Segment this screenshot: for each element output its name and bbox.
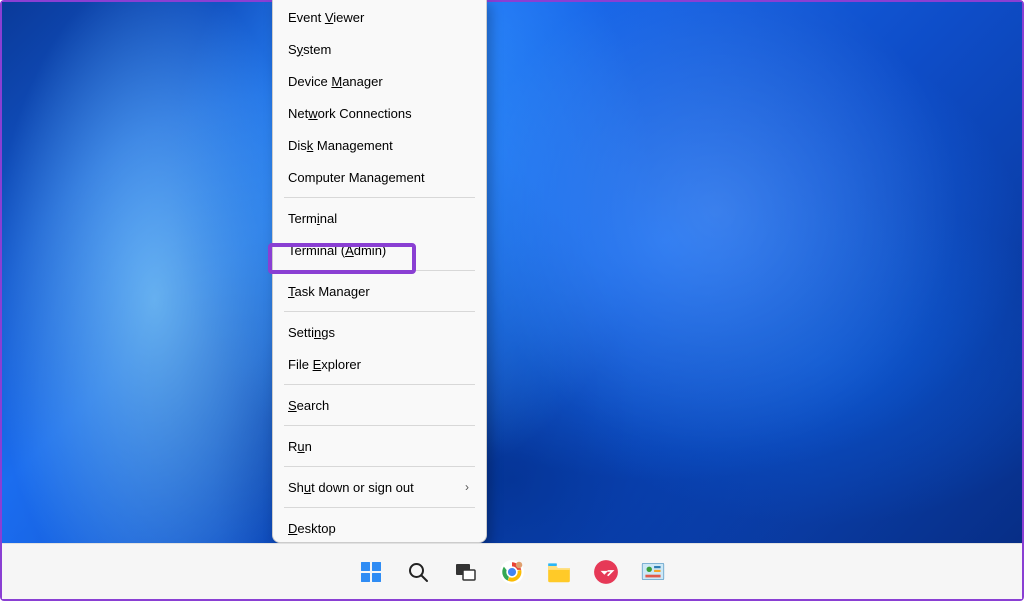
start-button[interactable]	[351, 551, 392, 592]
menu-separator	[284, 425, 475, 426]
powermenu-item-label: Desktop	[288, 521, 336, 536]
desktop-wallpaper	[2, 2, 1022, 599]
powermenu-item-label: Computer Management	[288, 170, 425, 185]
powermenu-item-label: System	[288, 42, 331, 57]
chevron-right-icon: ›	[465, 480, 471, 494]
powermenu-item[interactable]: Search	[274, 389, 485, 421]
powermenu-item[interactable]: System	[274, 33, 485, 65]
taskbar	[2, 543, 1022, 599]
control-panel-button[interactable]	[633, 551, 674, 592]
controlpanel-icon	[640, 559, 666, 585]
powermenu-item[interactable]: Computer Management	[274, 161, 485, 193]
explorer-icon	[546, 559, 572, 585]
powermenu-item[interactable]: Desktop	[274, 512, 485, 543]
search-icon	[406, 560, 430, 584]
start-icon	[359, 560, 383, 584]
mail-button[interactable]	[586, 551, 627, 592]
taskview-button[interactable]	[445, 551, 486, 592]
powermenu-item[interactable]: Shut down or sign out ›	[274, 471, 485, 503]
powermenu-item-label: Task Manager	[288, 284, 370, 299]
powermenu-item[interactable]: Run	[274, 430, 485, 462]
powermenu-item[interactable]: File Explorer	[274, 348, 485, 380]
menu-separator	[284, 197, 475, 198]
menu-separator	[284, 507, 475, 508]
menu-separator	[284, 384, 475, 385]
powermenu-item[interactable]: Task Manager	[274, 275, 485, 307]
powermenu-item-label: Terminal (Admin)	[288, 243, 386, 258]
powermenu-item-label: Device Manager	[288, 74, 383, 89]
powermenu-item-label: Shut down or sign out	[288, 480, 414, 495]
powermenu-item-label: Disk Management	[288, 138, 393, 153]
powermenu-item-label: Settings	[288, 325, 335, 340]
mail-icon	[593, 559, 619, 585]
menu-separator	[284, 270, 475, 271]
powermenu-item[interactable]: Settings	[274, 316, 485, 348]
file-explorer-button[interactable]	[539, 551, 580, 592]
search-button[interactable]	[398, 551, 439, 592]
menu-separator	[284, 466, 475, 467]
powermenu-item-label: Run	[288, 439, 312, 454]
powermenu-item[interactable]: Terminal	[274, 202, 485, 234]
powermenu-item[interactable]: Terminal (Admin)	[274, 234, 485, 266]
powermenu-item-label: Search	[288, 398, 329, 413]
powermenu-item[interactable]: Disk Management	[274, 129, 485, 161]
powermenu-item[interactable]: Event Viewer	[274, 1, 485, 33]
winx-power-menu: Event Viewer System Device Manager Network …	[272, 0, 487, 543]
menu-separator	[284, 311, 475, 312]
powermenu-item-label: Event Viewer	[288, 10, 364, 25]
taskbar-icons	[351, 551, 674, 592]
chrome-button[interactable]	[492, 551, 533, 592]
powermenu-item-label: Network Connections	[288, 106, 412, 121]
powermenu-item-label: File Explorer	[288, 357, 361, 372]
powermenu-item[interactable]: Device Manager	[274, 65, 485, 97]
powermenu-item-label: Terminal	[288, 211, 337, 226]
taskview-icon	[453, 560, 477, 584]
powermenu-item[interactable]: Network Connections	[274, 97, 485, 129]
chrome-icon	[499, 559, 525, 585]
